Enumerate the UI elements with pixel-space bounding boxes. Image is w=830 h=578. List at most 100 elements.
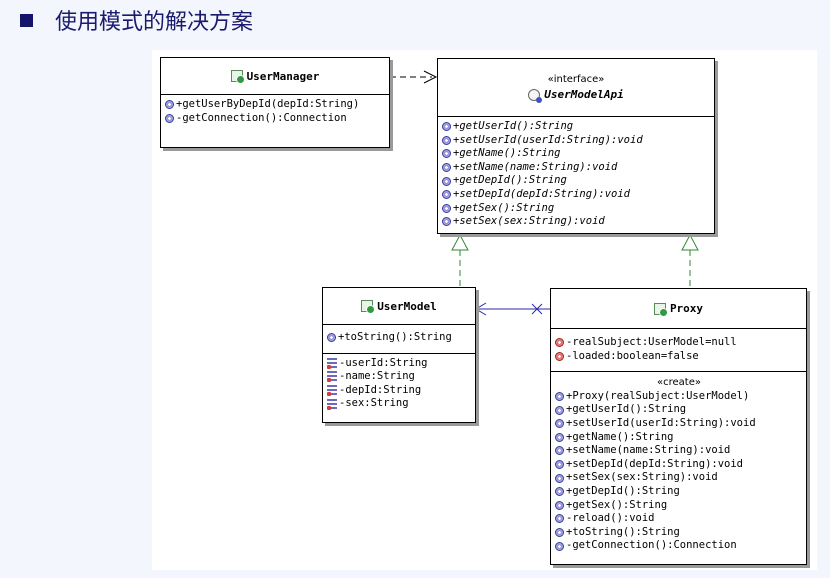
method-row: +getSex():String	[442, 202, 711, 216]
interface-name: UserModelApi	[544, 88, 624, 101]
method-row: +getDepId():String	[555, 485, 803, 499]
field-declaration: -loaded:boolean=false	[566, 349, 699, 362]
method-signature: +getUserId():String	[566, 403, 687, 416]
public-method-icon	[442, 176, 451, 186]
class-header: UserManager	[161, 58, 389, 95]
private-field-icon	[555, 338, 564, 348]
public-method-icon	[442, 135, 451, 145]
fields-section: -userId:String -name:String -depId:Strin…	[323, 354, 475, 414]
class-user-manager[interactable]: UserManager +getUserByDepId(depId:String…	[160, 57, 390, 148]
public-method-icon	[442, 190, 451, 200]
method-row: -getConnection():Connection	[555, 539, 803, 553]
private-field-icon	[327, 357, 337, 369]
private-field-icon	[555, 351, 564, 361]
public-method-icon	[555, 419, 564, 429]
method-signature: +getUserByDepId(depId:String)	[176, 98, 360, 110]
methods-section: +getUserByDepId(depId:String) -getConnec…	[161, 95, 389, 128]
square-bullet-icon	[20, 13, 33, 27]
public-method-icon	[555, 460, 564, 470]
method-signature: +getSex():String	[566, 498, 668, 511]
public-method-icon	[442, 149, 451, 159]
method-row: +getUserId():String	[555, 403, 803, 417]
methods-section: +toString():String	[323, 325, 475, 354]
field-declaration: -name:String	[339, 370, 415, 383]
method-row: +getSex():String	[555, 499, 803, 513]
method-row: +Proxy(realSubject:UserModel)	[555, 390, 803, 404]
field-row: -sex:String	[327, 397, 472, 411]
field-row: -name:String	[327, 370, 472, 384]
public-method-icon	[442, 217, 451, 227]
class-name: UserManager	[246, 69, 320, 83]
public-method-icon	[442, 163, 451, 173]
class-proxy[interactable]: Proxy -realSubject:UserModel=null -loade…	[550, 288, 807, 565]
method-row: +setUserId(userId:String):void	[555, 417, 803, 431]
field-row: -userId:String	[327, 357, 472, 371]
public-method-icon	[442, 122, 451, 132]
field-declaration: -realSubject:UserModel=null	[566, 336, 737, 348]
field-row: -depId:String	[327, 384, 472, 398]
method-signature: +Proxy(realSubject:UserModel)	[566, 389, 750, 402]
private-field-icon	[327, 385, 337, 397]
class-icon	[653, 302, 668, 317]
method-signature: +getUserId():String	[453, 120, 574, 132]
class-title: UserManager	[230, 69, 320, 84]
method-row: +setDepId(depId:String):void	[555, 458, 803, 472]
create-stereotype-label: «create»	[657, 377, 701, 389]
methods-section: «create» +Proxy(realSubject:UserModel) +…	[551, 372, 806, 556]
interface-user-model-api[interactable]: «interface» UserModelApi +getUserId():St…	[437, 58, 715, 234]
public-method-icon	[555, 473, 564, 483]
interface-icon	[528, 88, 543, 103]
class-icon	[361, 300, 376, 314]
class-name: Proxy	[669, 302, 704, 315]
class-header: UserModel	[323, 288, 475, 325]
method-signature: +setSex(sex:String):void	[453, 215, 605, 228]
public-method-icon	[555, 405, 564, 415]
method-row: -getConnection():Connection	[165, 112, 386, 126]
method-signature: +toString():String	[566, 525, 680, 538]
public-method-icon	[555, 392, 564, 402]
method-row: +getUserByDepId(depId:String)	[165, 98, 386, 112]
method-row: +setName(name:String):void	[555, 444, 803, 458]
method-signature: +getDepId():String	[566, 484, 680, 497]
class-header: Proxy	[551, 289, 806, 329]
methods-section: +getUserId():String +setUserId(userId:St…	[438, 117, 714, 232]
public-method-icon	[442, 203, 451, 213]
private-field-icon	[327, 371, 337, 383]
fields-section: -realSubject:UserModel=null -loaded:bool…	[551, 329, 806, 373]
method-signature: -reload():void	[566, 512, 655, 525]
method-signature: +toString():String	[338, 331, 452, 343]
method-row: -reload():void	[555, 512, 803, 526]
public-method-icon	[555, 514, 564, 524]
method-signature: -getConnection():Connection	[176, 111, 347, 124]
field-row: -loaded:boolean=false	[555, 350, 803, 364]
method-signature: +setUserId(userId:String):void	[453, 133, 643, 146]
field-row: -realSubject:UserModel=null	[555, 336, 803, 350]
method-signature: +setUserId(userId:String):void	[566, 416, 756, 429]
class-user-model[interactable]: UserModel +toString():String -userId:Str…	[322, 287, 476, 423]
method-row: +getUserId():String	[442, 120, 711, 134]
slide-title: 使用模式的解决方案	[20, 4, 253, 36]
uml-class-diagram: UserManager +getUserByDepId(depId:String…	[152, 50, 817, 570]
interface-header: «interface» UserModelApi	[438, 59, 714, 117]
method-signature: +setName(name:String):void	[453, 160, 618, 173]
slide-title-text: 使用模式的解决方案	[55, 10, 254, 35]
public-method-icon	[165, 100, 174, 110]
class-title: UserModel	[361, 300, 437, 314]
interface-title: UserModelApi	[528, 88, 624, 103]
method-row: +setUserId(userId:String):void	[442, 134, 711, 148]
method-signature: +getDepId():String	[453, 174, 567, 187]
method-signature: +setName(name:String):void	[566, 444, 731, 457]
private-field-icon	[327, 398, 337, 410]
method-row: +toString():String	[327, 331, 472, 345]
create-stereotype-row: «create»	[555, 376, 803, 390]
method-row: +setDepId(depId:String):void	[442, 188, 711, 202]
method-row: +getDepId():String	[442, 174, 711, 188]
method-signature: +setDepId(depId:String):void	[453, 187, 631, 200]
method-signature: +setSex(sex:String):void	[566, 471, 718, 484]
method-row: +setSex(sex:String):void	[442, 215, 711, 229]
public-method-icon	[327, 333, 336, 343]
field-declaration: -userId:String	[339, 356, 428, 369]
field-declaration: -sex:String	[339, 397, 409, 410]
method-signature: -getConnection():Connection	[566, 539, 737, 552]
public-method-icon	[555, 541, 564, 551]
